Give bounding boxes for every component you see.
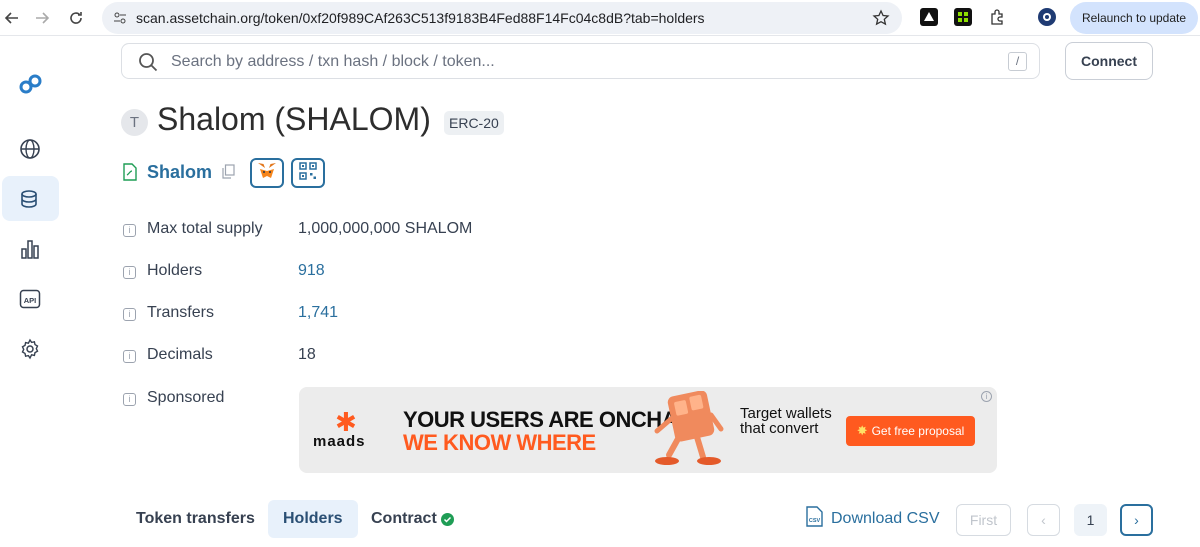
detail-value: 18 (298, 346, 316, 363)
charts-bar-icon[interactable] (18, 237, 42, 261)
extension-icon-1[interactable] (920, 8, 938, 26)
detail-label: Decimals (147, 346, 213, 363)
transfers-count-link[interactable]: 1,741 (298, 304, 338, 322)
relaunch-button[interactable]: Relaunch to update (1070, 2, 1198, 34)
tokens-coins-icon[interactable] (18, 187, 42, 211)
svg-text:API: API (24, 296, 37, 305)
page-title: Shalom (SHALOM) (157, 101, 431, 137)
settings-gear-icon[interactable] (18, 337, 42, 361)
search-shortcut-badge: / (1008, 52, 1027, 71)
url-text: scan.assetchain.org/token/0xf20f989CAf26… (136, 10, 705, 26)
browser-toolbar: scan.assetchain.org/token/0xf20f989CAf26… (0, 0, 1200, 36)
extensions-puzzle-icon[interactable] (988, 8, 1006, 26)
ad-cta-label: Get free proposal (871, 424, 965, 438)
info-icon[interactable]: i (123, 350, 136, 363)
token-avatar: T (121, 109, 148, 136)
detail-label: Max total supply (147, 220, 263, 237)
tab-contract[interactable]: Contract (356, 500, 469, 538)
info-icon[interactable]: i (123, 266, 136, 279)
csv-file-icon: CSV (806, 506, 823, 532)
extension-icon-2[interactable] (954, 8, 972, 26)
globe-icon[interactable] (18, 137, 42, 161)
assetchain-logo-icon[interactable] (17, 72, 45, 96)
tab-token-transfers[interactable]: Token transfers (121, 500, 270, 538)
api-icon[interactable]: API (18, 287, 42, 311)
detail-label: Holders (147, 262, 203, 279)
search-icon (138, 52, 158, 77)
ad-cta-button[interactable]: ✸ Get free proposal (846, 416, 975, 446)
sponsored-ad-banner[interactable]: i ✱ maads YOUR USERS ARE ONCHAIN. WE KNO… (299, 387, 997, 473)
back-icon[interactable] (2, 8, 22, 28)
site-info-icon[interactable] (112, 10, 128, 31)
copy-icon[interactable] (222, 164, 235, 184)
tab-label: Holders (283, 510, 343, 527)
ad-brand: maads (313, 433, 366, 450)
ad-side-text: Target wallets that convert (740, 405, 832, 437)
forward-icon[interactable] (32, 8, 52, 28)
tab-label: Contract (371, 510, 437, 527)
add-to-metamask-button[interactable] (250, 158, 284, 188)
detail-label: Sponsored (147, 389, 225, 406)
info-icon[interactable]: i (123, 393, 136, 406)
token-standard-badge: ERC-20 (444, 111, 504, 135)
profile-avatar-icon[interactable] (1038, 8, 1056, 26)
ad-info-icon[interactable]: i (981, 391, 992, 402)
address-bar[interactable]: scan.assetchain.org/token/0xf20f989CAf26… (102, 2, 902, 34)
svg-text:CSV: CSV (809, 518, 821, 524)
search-placeholder: Search by address / txn hash / block / t… (171, 53, 495, 70)
ad-mascot-image (649, 390, 729, 473)
pagination-first-button[interactable]: First (956, 504, 1011, 536)
reload-icon[interactable] (66, 8, 86, 28)
detail-label: Transfers (147, 304, 214, 321)
info-icon[interactable]: i (123, 224, 136, 237)
download-csv-button[interactable]: CSV Download CSV (806, 506, 940, 532)
maads-logo-icon: ✱ (335, 407, 357, 437)
sparkle-icon: ✸ (856, 423, 868, 438)
pagination-next-button[interactable]: › (1120, 504, 1153, 536)
holders-count-link[interactable]: 918 (298, 262, 325, 280)
qr-code-icon (299, 161, 317, 185)
qr-code-button[interactable] (291, 158, 325, 188)
contract-name-link[interactable]: Shalom (147, 162, 212, 183)
ad-headline-2: WE KNOW WHERE (403, 430, 596, 455)
bookmark-star-icon[interactable] (872, 9, 890, 32)
info-icon[interactable]: i (123, 308, 136, 321)
detail-value: 1,000,000,000 SHALOM (298, 220, 473, 237)
metamask-fox-icon (257, 162, 277, 185)
pagination-prev-button[interactable]: ‹ (1027, 504, 1060, 536)
pagination-current-page: 1 (1074, 504, 1107, 536)
verified-check-icon (440, 512, 454, 526)
contract-file-icon (123, 163, 137, 186)
tab-label: Token transfers (136, 510, 255, 527)
download-csv-label: Download CSV (831, 510, 940, 527)
tab-holders[interactable]: Holders (268, 500, 358, 538)
connect-wallet-button[interactable]: Connect (1065, 42, 1153, 80)
search-bar[interactable]: Search by address / txn hash / block / t… (121, 43, 1040, 79)
